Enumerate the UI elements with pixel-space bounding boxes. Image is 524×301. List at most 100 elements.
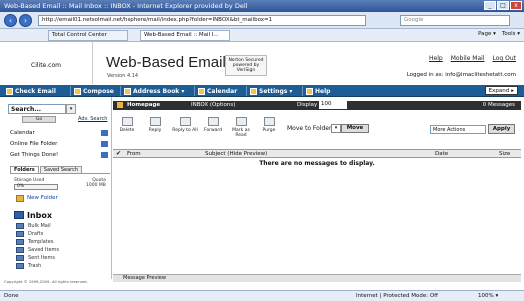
column-size[interactable]: Size [499, 151, 510, 157]
forward-icon [207, 117, 219, 126]
tab-saved-search[interactable]: Saved Search [39, 166, 82, 173]
folder-trash[interactable]: Trash [28, 263, 41, 269]
sidebar-item-calendar[interactable]: Calendar [10, 130, 35, 136]
new-folder-link[interactable]: New Folder [27, 195, 58, 201]
homepage-link[interactable]: Homepage [127, 102, 160, 108]
mail-search-input[interactable]: Search... [8, 104, 66, 114]
maximize-button[interactable]: □ [497, 1, 509, 10]
logout-link[interactable]: Log Out [492, 55, 516, 62]
folder-drafts[interactable]: Drafts [28, 231, 43, 237]
page-menu[interactable]: Page ▾ [478, 31, 496, 37]
folder-header: Homepage INBOX (Options) Display 100 0 M… [113, 101, 521, 110]
nav-divider [70, 86, 71, 96]
sidebar-item-get-things-done[interactable]: Get Things Done! [10, 152, 58, 158]
more-actions-select[interactable]: More Actions [430, 125, 486, 134]
tab-folders[interactable]: Folders [10, 166, 39, 173]
select-all-checkbox[interactable]: ✔ [116, 150, 121, 157]
check-email-button[interactable]: Check Email [6, 86, 56, 96]
move-button[interactable]: Move [341, 124, 369, 133]
folder-templates[interactable]: Templates [28, 239, 53, 245]
browser-search-input[interactable]: Google [400, 15, 510, 26]
calendar-icon [101, 130, 108, 136]
quota-total: Quota 1000 MB [86, 178, 106, 188]
compose-button[interactable]: Compose [74, 86, 114, 96]
search-dropdown-icon[interactable]: ▾ [66, 104, 76, 114]
reply-icon [149, 117, 161, 126]
move-to-folder-label: Move to Folder [287, 125, 332, 132]
quota-bar: 0% [14, 184, 58, 190]
display-label: Display [297, 102, 318, 108]
inbox-icon [14, 211, 24, 219]
folder-options-link[interactable]: INBOX (Options) [191, 102, 235, 108]
delete-button[interactable]: Delete [116, 117, 138, 133]
mark-read-button[interactable]: Mark as Read [230, 117, 252, 138]
mark-read-icon [235, 117, 247, 126]
expand-button[interactable]: Expand ▸ [484, 86, 518, 95]
settings-button[interactable]: Settings ▾ [250, 86, 292, 96]
purge-button[interactable]: Purge [258, 117, 280, 133]
main-nav: Check Email Compose Address Book ▾ Calen… [0, 85, 524, 97]
command-bar: Page ▾ Tools ▾ [478, 31, 520, 37]
nav-divider [302, 86, 303, 96]
reply-all-icon [179, 117, 191, 126]
browser-tab-active[interactable]: Web-Based Email :: Mail I... [140, 30, 230, 41]
browser-tab-bar: Total Control Center Web-Based Email :: … [0, 29, 524, 42]
delete-icon [121, 117, 133, 126]
forward-button[interactable]: › [19, 14, 32, 27]
url-field[interactable]: http://email01.netsolmail.net/hsphere/ma… [38, 15, 366, 26]
nav-divider [120, 86, 121, 96]
copyright: Copyright © 1999-2009. All rights reserv… [4, 279, 88, 284]
tools-menu[interactable]: Tools ▾ [502, 31, 520, 37]
trash-icon [16, 263, 24, 269]
forward-button[interactable]: Forward [202, 117, 224, 133]
address-book-button[interactable]: Address Book ▾ [124, 86, 184, 96]
message-count: 0 Messages [482, 102, 515, 108]
apply-button[interactable]: Apply [488, 124, 515, 134]
drafts-icon [16, 231, 24, 237]
templates-icon [16, 239, 24, 245]
folder-saved-items[interactable]: Saved Items [28, 247, 59, 253]
empty-list-message: There are no messages to display. [259, 160, 375, 167]
reply-all-button[interactable]: Reply to All [172, 117, 198, 133]
move-folder-select[interactable]: ▾ [331, 124, 341, 133]
company-logo: Cilite.com [0, 42, 93, 84]
security-zone: Internet | Protected Mode: Off [356, 293, 438, 299]
security-seal: Norton Secured powered by VeriSign [225, 55, 267, 76]
new-folder-icon [16, 195, 24, 202]
help-link[interactable]: Help [429, 55, 443, 62]
close-button[interactable]: x [510, 1, 522, 10]
nav-divider [194, 86, 195, 96]
help-icon [306, 87, 313, 95]
calendar-button[interactable]: Calendar [198, 86, 237, 96]
search-go-button[interactable]: Go [22, 116, 56, 123]
bulk-mail-icon [16, 223, 24, 229]
header-links: Help Mobile Mail Log Out [429, 55, 516, 62]
mobile-mail-link[interactable]: Mobile Mail [451, 55, 485, 62]
sent-items-icon [16, 255, 24, 261]
reply-button[interactable]: Reply [144, 117, 166, 133]
sidebar-item-online-file-folder[interactable]: Online File Folder [10, 141, 57, 147]
column-date[interactable]: Date [435, 151, 448, 157]
display-count-select[interactable]: 100 [319, 101, 347, 109]
folder-inbox[interactable]: Inbox [27, 211, 52, 220]
minimize-button[interactable]: _ [484, 1, 496, 10]
task-icon [101, 152, 108, 158]
help-button[interactable]: Help [306, 86, 330, 96]
message-preview-bar[interactable]: Message Preview [113, 274, 521, 282]
app-brand: Web-Based Email [106, 54, 226, 71]
window-title: Web-Based Email :: Mail Inbox :: INBOX -… [4, 2, 248, 10]
expand-icon: ▸ [511, 87, 514, 94]
purge-icon [263, 117, 275, 126]
window-controls: _ □ x [484, 1, 522, 10]
settings-icon [250, 87, 257, 95]
advanced-search-link[interactable]: Adv. Search [78, 116, 107, 122]
address-book-icon [124, 87, 131, 95]
browser-tab[interactable]: Total Control Center [48, 30, 128, 41]
column-from[interactable]: From [127, 151, 141, 157]
zoom-control[interactable]: 100% ▾ [478, 293, 498, 299]
calendar-icon [198, 87, 205, 95]
folder-bulk-mail[interactable]: Bulk Mail [28, 223, 51, 229]
column-subject[interactable]: Subject (Hide Preview) [205, 151, 267, 157]
back-button[interactable]: ‹ [4, 14, 17, 27]
folder-sent-items[interactable]: Sent Items [28, 255, 55, 261]
